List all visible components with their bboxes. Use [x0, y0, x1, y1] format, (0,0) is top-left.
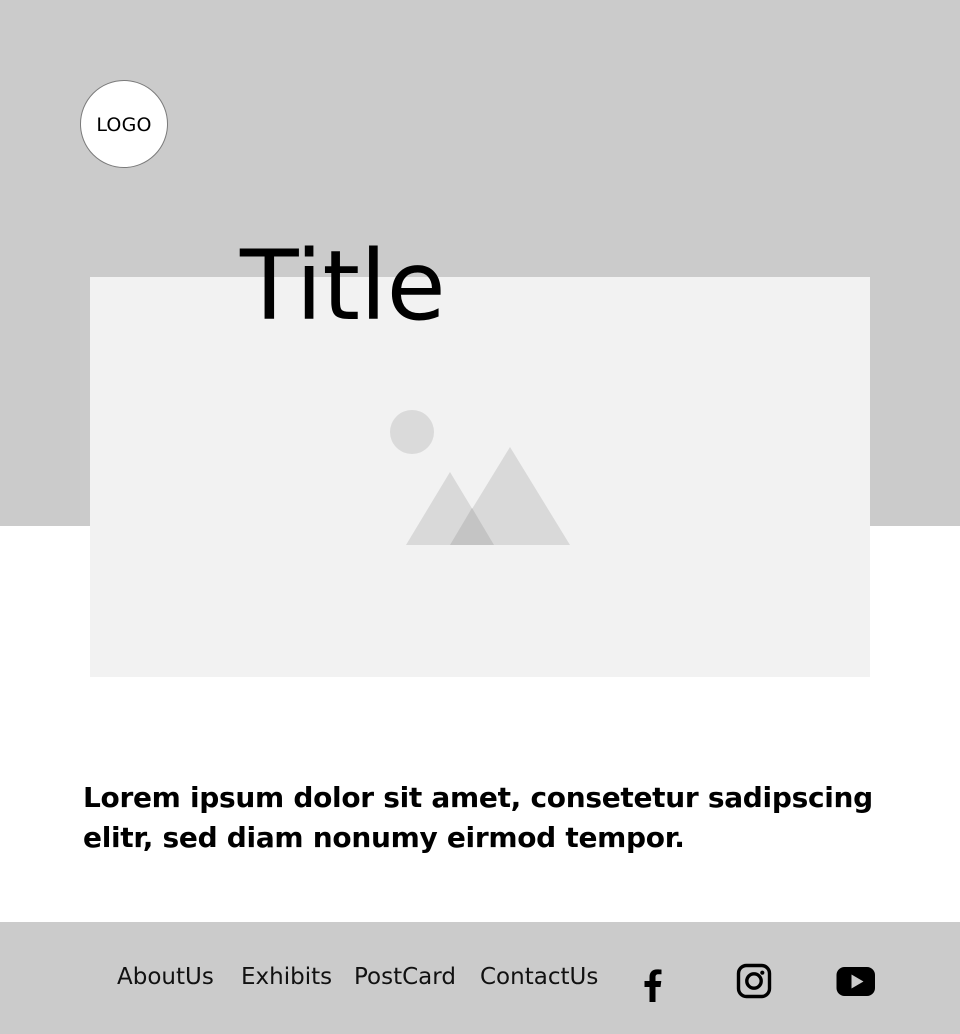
footer: AboutUs Exhibits PostCard ContactUs: [0, 922, 960, 1034]
youtube-icon: [836, 967, 875, 996]
footer-link-about-us[interactable]: AboutUs: [117, 962, 214, 992]
footer-link-contact-us[interactable]: ContactUs: [480, 962, 598, 992]
image-placeholder-icon: [390, 410, 570, 545]
youtube-link[interactable]: [835, 962, 875, 1002]
instagram-link[interactable]: [733, 962, 773, 1002]
lead-paragraph: Lorem ipsum dolor sit amet, consetetur s…: [83, 781, 873, 854]
footer-link-exhibits[interactable]: Exhibits: [241, 962, 332, 992]
page-title: Title: [240, 230, 446, 342]
hero-image: [90, 277, 870, 677]
facebook-icon: [644, 969, 662, 1002]
footer-link-postcard[interactable]: PostCard: [354, 962, 456, 992]
instagram-icon: [736, 963, 772, 999]
facebook-link[interactable]: [632, 962, 672, 1002]
logo[interactable]: LOGO: [80, 80, 168, 168]
logo-text: LOGO: [96, 114, 152, 136]
